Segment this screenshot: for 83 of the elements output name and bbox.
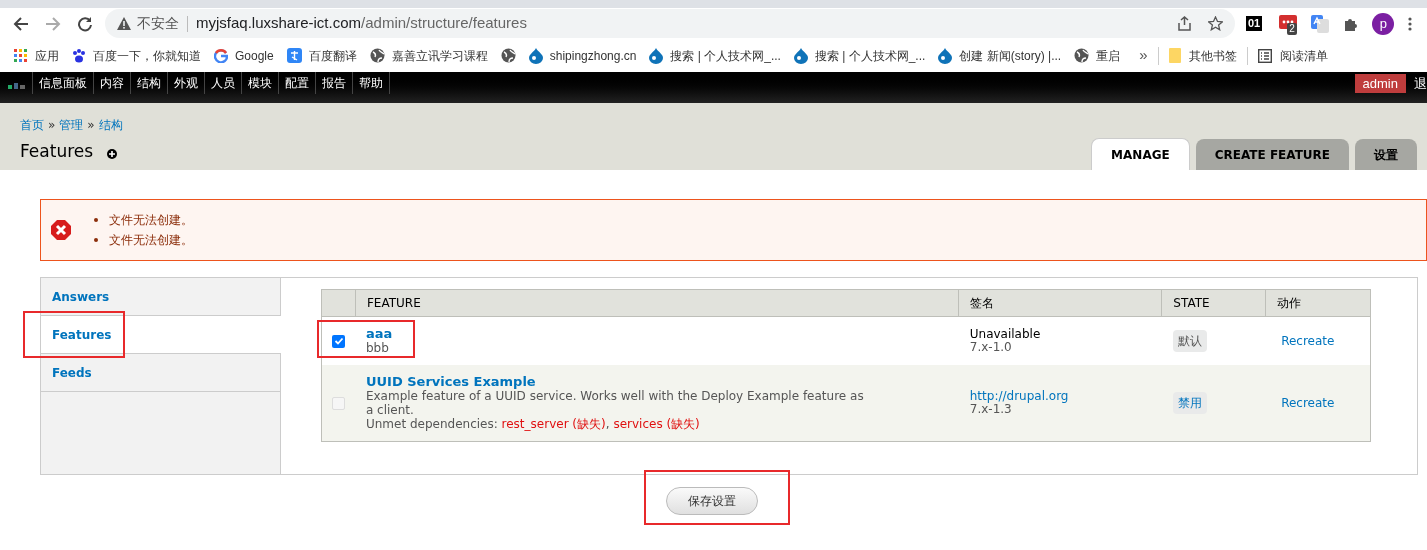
bookmark-item[interactable]: 百度翻译 (286, 46, 357, 65)
folder-icon (1168, 48, 1181, 63)
vertical-tab[interactable]: Feeds (41, 354, 280, 392)
error-icon (50, 219, 72, 241)
reading-list-button[interactable]: 阅读清单 (1257, 46, 1328, 65)
breadcrumb-link[interactable]: 首页 (20, 116, 44, 134)
bookmark-item[interactable]: 百度一下，你就知道 (72, 46, 201, 65)
extension-icon[interactable] (1279, 14, 1298, 31)
bookmark-item[interactable]: 重启 (1074, 46, 1121, 65)
address-bar[interactable]: 不安全 myjsfaq.luxshare-ict.com/admin/structure/features (105, 9, 1235, 38)
signature-text: Unavailable (969, 328, 1042, 341)
logo-icon[interactable] (8, 81, 26, 91)
bookmark-item[interactable]: 搜索 | 个人技术网_... (649, 46, 781, 65)
page-title: Features (20, 140, 94, 163)
column-header: STATE (1162, 290, 1267, 316)
admin-menu-item[interactable]: 配置 (278, 72, 315, 94)
profile-avatar[interactable]: p (1372, 12, 1395, 35)
column-header: 动作 (1276, 295, 1303, 312)
bookmark-item[interactable]: 搜索 | 个人技术网_... (793, 46, 926, 65)
version-text: 7.x-1.3 (969, 403, 1012, 416)
state-badge: 禁用 (1173, 392, 1208, 414)
breadcrumb-link[interactable]: 管理 (59, 116, 84, 134)
menu-icon[interactable] (1408, 16, 1413, 31)
checkbox[interactable] (332, 334, 346, 348)
feature-description: Example feature of a UUID service. Works well with the Deploy Example feature as a client. (365, 389, 865, 417)
bookmark-item[interactable]: 应用 (14, 46, 59, 65)
warning-icon (117, 17, 131, 30)
bookmark-item[interactable]: 创建 新闻(story) |... (938, 46, 1062, 65)
feature-name-link[interactable]: aaa (365, 327, 393, 341)
admin-menu-item[interactable]: 模块 (241, 72, 278, 94)
tab[interactable]: MANAGE (1091, 138, 1190, 170)
admin-menu-item[interactable]: 内容 (93, 72, 130, 94)
reload-icon[interactable] (77, 15, 93, 32)
breadcrumb-separator: » (48, 117, 56, 134)
breadcrumb-link[interactable]: 结构 (98, 116, 123, 134)
add-shortcut-icon[interactable] (107, 148, 118, 159)
translate-icon (286, 48, 302, 63)
admin-menu-item[interactable]: 外观 (167, 72, 204, 94)
recreate-link[interactable]: Recreate (1281, 332, 1335, 350)
drop-icon (649, 47, 664, 64)
globe-icon (369, 48, 385, 63)
tab[interactable]: CREATE FEATURE (1195, 139, 1349, 170)
notification-badge: 2 (1287, 22, 1297, 35)
drop-icon (938, 47, 953, 64)
apps-grid-icon (14, 48, 28, 63)
error-message: 文件无法创建。 (94, 230, 193, 250)
bookmark-item[interactable]: 嘉善立讯学习课程 (369, 46, 488, 65)
admin-menu-item[interactable]: 报告 (315, 72, 352, 94)
admin-menu-item[interactable]: 结构 (130, 72, 167, 94)
globe-icon (1074, 48, 1090, 63)
admin-menu-item[interactable]: 信息面板 (32, 72, 93, 94)
admin-menu-item[interactable]: 人员 (204, 72, 241, 94)
share-icon[interactable] (1177, 16, 1192, 31)
back-icon[interactable] (13, 15, 29, 32)
tab[interactable]: 设置 (1355, 139, 1417, 170)
url-text: myjsfaq.luxshare-ict.com/admin/structure/features (196, 13, 527, 34)
admin-menu-item[interactable]: 帮助 (352, 72, 390, 94)
column-header: FEATURE (355, 290, 959, 316)
bookmark-item[interactable]: shipingzhong.cn (528, 46, 637, 65)
list-icon (1257, 48, 1272, 63)
vertical-tab[interactable]: Features (41, 316, 281, 354)
bookmark-folder[interactable]: 其他书签 (1168, 46, 1237, 65)
feature-description: bbb (365, 341, 390, 355)
error-message: 文件无法创建。 (94, 210, 193, 230)
breadcrumb-separator: » (87, 117, 95, 134)
more-bookmarks-button[interactable]: » (1139, 44, 1148, 67)
google-g-icon (214, 48, 228, 63)
state-badge: 默认 (1173, 330, 1208, 352)
security-label: 不安全 (137, 14, 179, 33)
globe-icon[interactable] (500, 48, 516, 63)
drop-icon (528, 47, 543, 64)
bookmark-item[interactable]: Google (214, 46, 274, 65)
version-text: 7.x-1.0 (969, 341, 1013, 354)
drop-icon (793, 47, 808, 64)
user-link[interactable]: admin (1354, 74, 1406, 93)
translate-icon[interactable] (1311, 14, 1330, 33)
star-icon[interactable] (1208, 16, 1223, 31)
column-header: 签名 (958, 290, 1163, 316)
paw-icon (72, 48, 86, 63)
extension-icon[interactable]: 01 (1246, 16, 1263, 31)
save-button[interactable]: 保存设置 (666, 487, 758, 515)
dependencies-text: Unmet dependencies: rest_server (缺失), services (缺失) (365, 417, 701, 431)
logout-link[interactable]: 退 (1414, 74, 1427, 93)
